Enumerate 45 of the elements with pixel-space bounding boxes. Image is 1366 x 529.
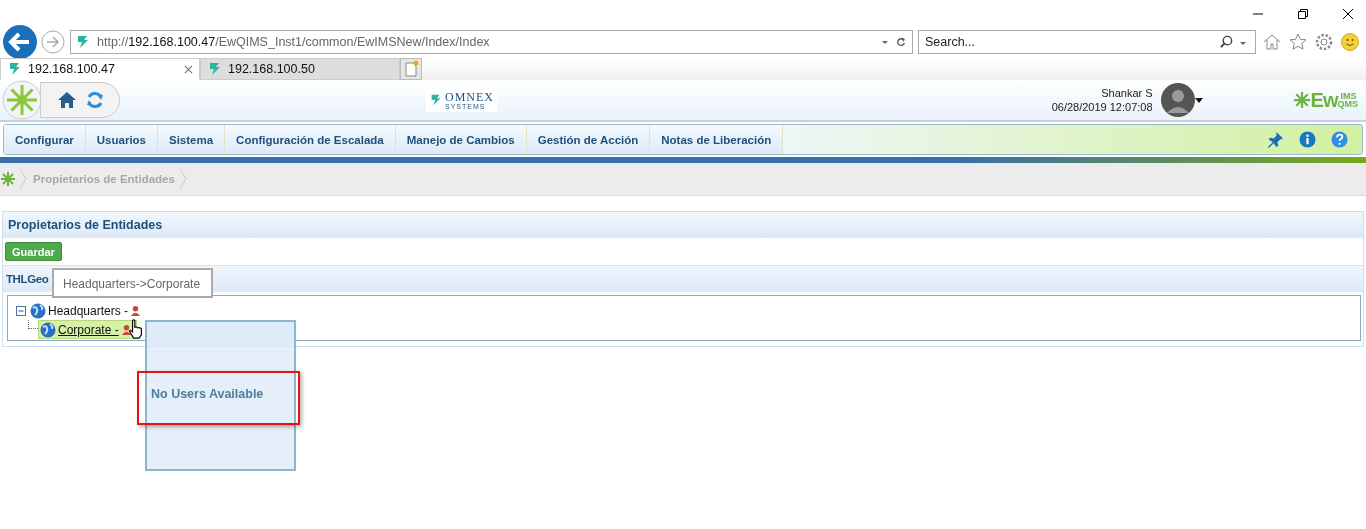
tree-item[interactable]: Corporate - [38,320,137,339]
close-icon[interactable] [1342,8,1354,20]
chevron-icon [178,169,187,189]
menu-item[interactable]: Manejo de Cambios [395,125,527,154]
refresh-icon[interactable] [896,37,906,47]
avatar[interactable] [1160,83,1195,117]
caret-icon[interactable] [1194,97,1203,103]
menu-item[interactable]: Sistema [158,125,226,154]
star-icon[interactable] [1288,32,1308,52]
tree-item[interactable]: Headquarters - [28,301,147,320]
forward-icon[interactable] [41,30,65,54]
menu-item[interactable]: Configuración de Escalada [225,125,396,154]
empty-message: No Users Available [151,387,264,401]
browser-tab[interactable]: 192.168.100.47 [0,58,200,80]
browser-tab[interactable]: 192.168.100.50 [200,58,400,80]
pin-icon[interactable] [1267,131,1284,148]
home-icon[interactable] [57,90,77,110]
chevron-icon [19,169,27,189]
info-icon[interactable] [1299,131,1316,148]
back-icon[interactable] [2,24,38,60]
menu-item[interactable]: Gestión de Acción [526,125,651,154]
refresh-icon[interactable] [85,90,105,110]
user-icon[interactable] [120,324,132,335]
menu-item[interactable]: Configurar [4,125,86,154]
site-icon [7,61,23,77]
globe-icon [30,302,46,319]
site-icon [75,34,91,50]
menu-item[interactable]: Notas de Liberación [650,125,784,154]
section-title: THLGeo [6,273,49,285]
globe-icon [40,321,56,338]
date-time: 06/28/2019 12:07:08 [1051,100,1153,114]
menu-item[interactable]: Usuarios [85,125,158,154]
smiley-icon[interactable] [1340,32,1360,52]
site-icon [207,61,223,77]
tooltip: Headquarters->Corporate [52,268,213,298]
restore-icon[interactable] [1297,8,1309,20]
collapse-toggle-icon[interactable] [16,305,26,316]
user-name: Shankar S [1101,86,1153,100]
address-bar[interactable]: http://192.168.100.47/EwQIMS_Inst1/common/EwIMSNew/Index/Index [70,30,913,54]
hand-cursor-icon [128,318,144,340]
settings-icon[interactable] [1314,32,1334,52]
panel-title: Propietarios de Entidades [8,218,163,232]
search-icon[interactable] [1219,35,1234,50]
help-icon[interactable] [1331,131,1348,148]
search-field[interactable]: Search... [918,30,1256,54]
